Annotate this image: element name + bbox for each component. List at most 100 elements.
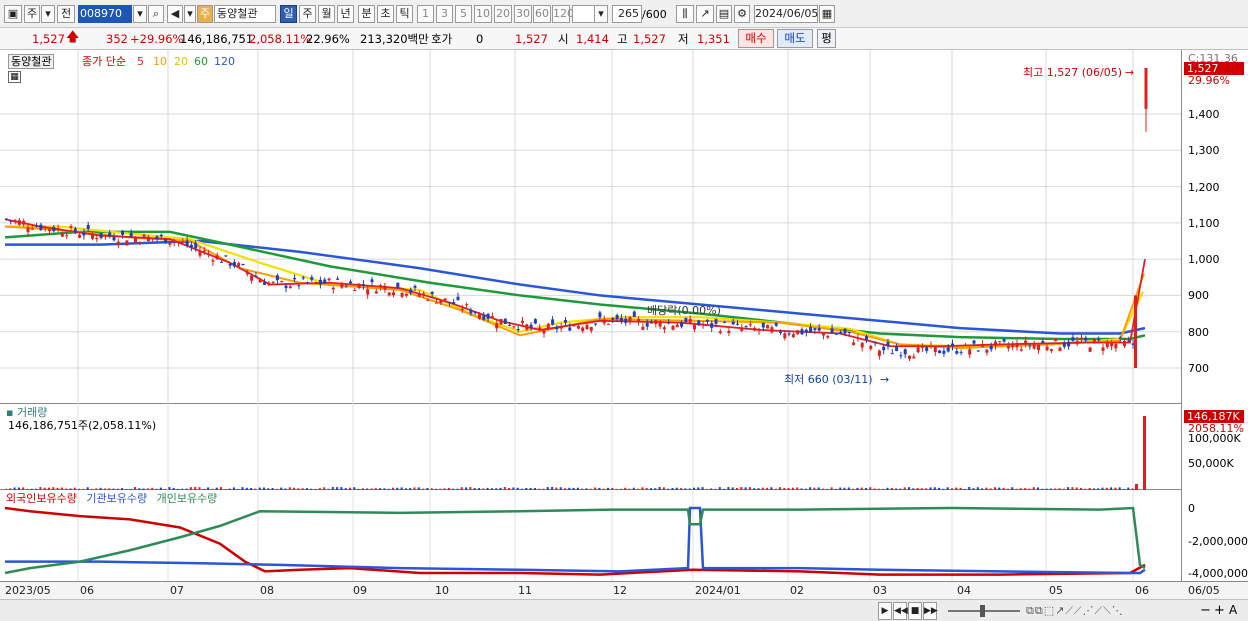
holdings-pane[interactable]: 외국인보유수량 기관보유수량 개인보유수량 [0, 490, 1181, 581]
volume-pane[interactable]: ▪ 거래량 146,186,751주(2,058.11%) [0, 404, 1181, 490]
evaluate-button[interactable]: 평 [817, 29, 836, 48]
zoom-in-icon[interactable]: + [1214, 604, 1225, 617]
draw-tool-icon[interactable]: ↗ [696, 5, 714, 23]
interval-30-button[interactable]: 30 [514, 5, 532, 23]
period-minute-button[interactable]: 분 [358, 5, 375, 23]
period-month-button[interactable]: 월 [318, 5, 335, 23]
play-icon[interactable]: ▶ [878, 602, 892, 620]
x-label: 11 [518, 584, 532, 597]
candle-body [490, 316, 494, 318]
legend-individual: 개인보유수량 [156, 492, 218, 505]
interval-60-button[interactable]: 60 [533, 5, 551, 23]
period-second-button[interactable]: 초 [377, 5, 394, 23]
candle-body [344, 286, 348, 288]
candle-body [422, 293, 426, 295]
candle-body [1028, 345, 1032, 347]
interval-5-button[interactable]: 5 [455, 5, 472, 23]
calendar-icon[interactable]: ▦ [819, 5, 835, 23]
speaker-dropdown-icon[interactable]: ▾ [184, 5, 196, 23]
candle-body [1058, 347, 1062, 352]
candle-body [551, 319, 555, 325]
interval-1-button[interactable]: 1 [417, 5, 434, 23]
x-label: 12 [613, 584, 627, 597]
scope-button[interactable]: 전 [57, 5, 75, 23]
candle-body [241, 263, 245, 265]
candle-body [426, 300, 430, 302]
code-dropdown-icon[interactable]: ▾ [133, 5, 147, 23]
rewind-icon[interactable]: ◀◀ [893, 602, 908, 620]
candle-body [1114, 344, 1118, 349]
fast-forward-icon[interactable]: ▶▶ [923, 602, 938, 620]
candle-body [998, 341, 1002, 343]
stop-icon[interactable]: ■ [908, 602, 922, 620]
candle-body [615, 315, 619, 320]
candle-body [155, 236, 159, 239]
candle-type-icon[interactable]: ⫼ [676, 5, 694, 23]
candle-body [146, 236, 150, 242]
candle-body [125, 240, 129, 246]
candle-body [417, 293, 421, 297]
period-week-button[interactable]: 주 [299, 5, 316, 23]
candle-body [688, 318, 692, 324]
font-size-icon[interactable]: A [1229, 604, 1237, 617]
candle-body [396, 282, 400, 288]
buy-button[interactable]: 매수 [738, 29, 774, 48]
interval-dropdown-icon[interactable]: ▾ [594, 5, 608, 23]
market-badge: 주 [197, 5, 213, 23]
legend-stock-name[interactable]: 동양철관 [8, 54, 55, 69]
stock-type-button[interactable]: 주 [24, 5, 40, 23]
period-year-button[interactable]: 년 [337, 5, 354, 23]
candle-body [1015, 343, 1019, 348]
interval-3-button[interactable]: 3 [436, 5, 453, 23]
zoom-out-icon[interactable]: − [1200, 604, 1211, 617]
candle-body [632, 311, 636, 317]
window-icon[interactable]: ▣ [4, 5, 22, 23]
candle-body [572, 325, 576, 327]
candle-body [86, 224, 90, 229]
candle-body [796, 330, 800, 335]
candle-body [1011, 344, 1015, 348]
candle-body [619, 317, 623, 321]
candle-body [886, 342, 890, 347]
candle-body [718, 331, 722, 334]
candle-body [890, 353, 894, 355]
candle-body [327, 278, 331, 281]
candle-body [972, 340, 976, 344]
candle-body [409, 289, 413, 293]
price-change: 352 [106, 32, 128, 46]
candle-body [899, 355, 903, 357]
stock-name-field[interactable]: 동양철관 [214, 5, 276, 23]
candle-body [1037, 344, 1040, 351]
period-day-button[interactable]: 일 [280, 5, 297, 23]
table-icon[interactable]: ▦ [8, 71, 21, 83]
drawing-tools-icon[interactable]: ⧉⧉⬚↗⟋⟋⋰⟋⟍⋱ [1026, 604, 1124, 617]
save-icon[interactable]: ▤ [716, 5, 732, 23]
speaker-icon[interactable]: ◀ [167, 5, 183, 23]
candle-body [9, 220, 13, 222]
sell-button[interactable]: 매도 [777, 29, 813, 48]
holdings-tick-4m: -4,000,000 [1188, 567, 1248, 580]
candle-body [680, 321, 684, 327]
period-tick-button[interactable]: 틱 [396, 5, 413, 23]
open-price: 1,414 [576, 32, 609, 46]
zoom-slider-handle[interactable] [980, 605, 985, 617]
candle-body [318, 279, 322, 285]
search-icon[interactable]: ⌕ [148, 5, 164, 23]
candle-body [95, 237, 99, 240]
candle-body [430, 291, 434, 295]
candle-body [834, 333, 838, 335]
date-input[interactable]: 2024/06/05 [754, 5, 818, 23]
interval-10-button[interactable]: 10 [474, 5, 492, 23]
settings-gear-icon[interactable]: ⚙ [734, 5, 750, 23]
chevron-down-icon[interactable]: ▾ [41, 5, 55, 23]
stock-code-input[interactable]: 008970 [78, 5, 132, 23]
dividend-annotation: 배당락(0.00%) [647, 304, 721, 317]
candle-body [159, 234, 163, 237]
interval-20-button[interactable]: 20 [494, 5, 512, 23]
hoga-label: 호가 [431, 32, 453, 46]
price-chart-pane[interactable]: 동양철관 종가 단순 5 10 20 60 120 ▦ 최고 1,527 (06… [0, 50, 1181, 404]
count-input[interactable]: 265 [612, 5, 642, 23]
interval-120-button[interactable]: 120 [552, 5, 574, 23]
volume-subtitle: 146,186,751주(2,058.11%) [8, 419, 157, 432]
candle-body [783, 333, 787, 339]
